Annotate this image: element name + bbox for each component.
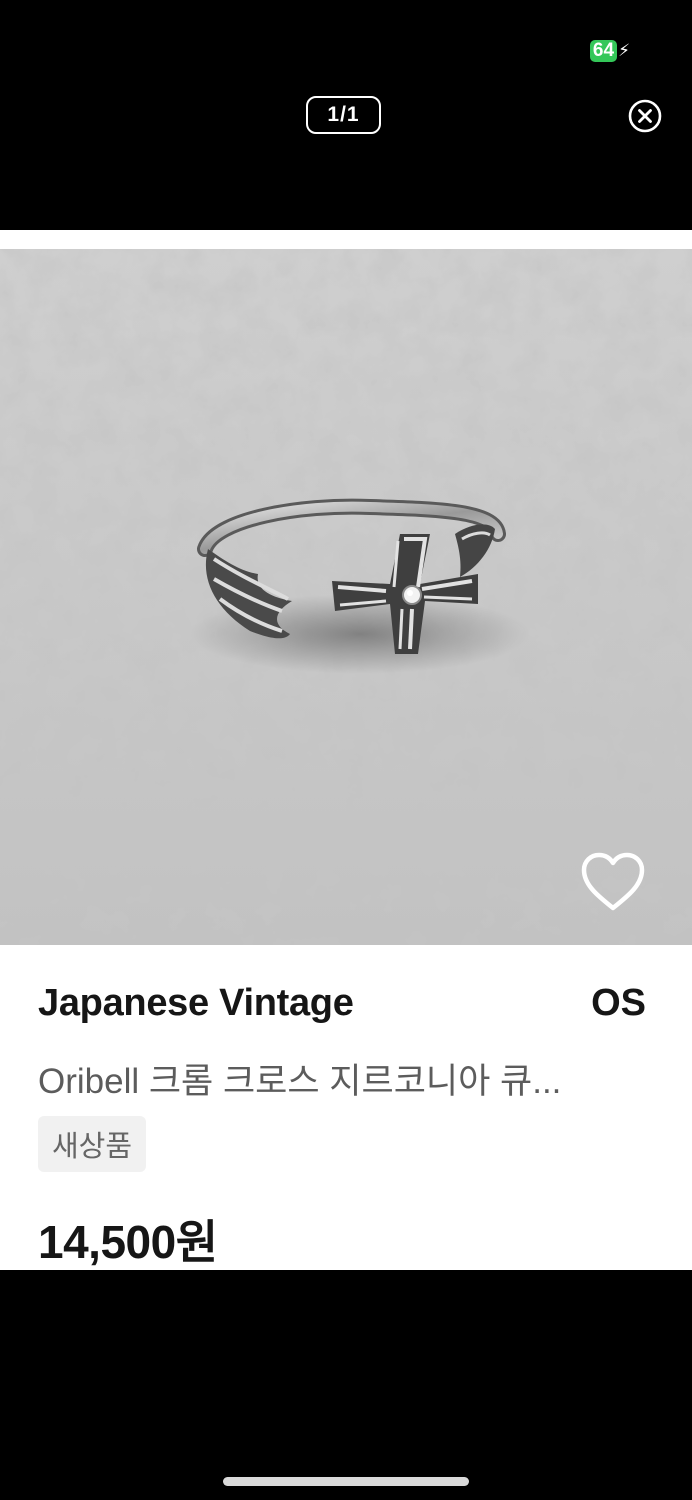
- brand-name: Japanese Vintage: [38, 982, 354, 1024]
- size-label: OS: [591, 982, 646, 1024]
- status-bar: 64 ⚡: [0, 0, 692, 90]
- home-indicator[interactable]: [223, 1477, 469, 1486]
- product-image[interactable]: [0, 249, 692, 945]
- close-button[interactable]: [628, 99, 662, 133]
- like-button[interactable]: [578, 850, 648, 914]
- condition-badge: 새상품: [38, 1116, 147, 1172]
- battery-level: 64: [589, 40, 618, 62]
- product-card[interactable]: Japanese Vintage OS Oribell 크롬 크로스 지르코니아…: [0, 230, 692, 1270]
- close-circle-icon: [628, 99, 662, 133]
- product-title[interactable]: Oribell 크롬 크로스 지르코니아 큐...: [38, 1053, 648, 1104]
- heart-outline-icon: [581, 852, 645, 911]
- page-counter: 1/1: [306, 96, 381, 134]
- battery-indicator: 64 ⚡: [589, 40, 630, 62]
- price: 14,500원: [38, 1216, 218, 1268]
- viewer-header: 1/1: [0, 90, 692, 230]
- charging-bolt-icon: ⚡: [618, 41, 630, 60]
